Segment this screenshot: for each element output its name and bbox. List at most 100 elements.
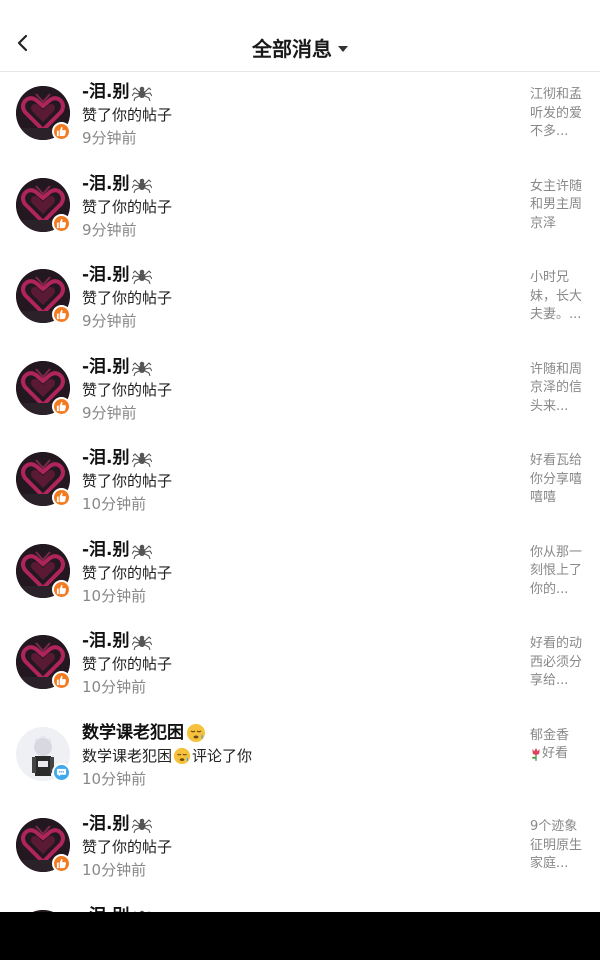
notification-text: 赞了你的帖子 <box>82 470 502 492</box>
post-preview[interactable]: 好看的动西必须分享给... <box>530 635 586 691</box>
message-texts: -泪.别 <box>82 904 502 913</box>
notification-text: 数学课老犯困 评论了你 <box>82 745 502 767</box>
sender-name[interactable]: -泪.别 <box>82 629 502 653</box>
notification-actor: 数学课老犯困 <box>82 746 173 765</box>
notification-action: 赞了你的帖子 <box>82 197 173 216</box>
notification-text: 赞了你的帖子 <box>82 379 502 401</box>
post-preview[interactable]: 你从那一刻恨上了你的... <box>530 544 586 600</box>
message-row[interactable]: -泪.别赞了你的帖子 9分钟前 女主许随和男主周京泽 <box>0 164 600 256</box>
post-preview[interactable]: 江彻和孟听发的爱不多... <box>530 86 586 142</box>
notification-action: 赞了你的帖子 <box>82 106 173 124</box>
avatar[interactable] <box>16 635 70 689</box>
notification-text: 赞了你的帖子 <box>82 562 502 584</box>
like-badge-icon <box>52 213 71 233</box>
avatar[interactable] <box>16 86 70 140</box>
timestamp: 9分钟前 <box>82 403 137 422</box>
notification-action: 评论了你 <box>192 746 253 765</box>
post-preview[interactable]: 许随和周京泽的信头来... <box>530 361 586 417</box>
like-badge-icon <box>52 122 71 141</box>
preview-line: 好看 <box>530 745 586 764</box>
message-texts: -泪.别赞了你的帖子 10分钟前 <box>82 812 502 882</box>
post-preview[interactable]: 女主许随和男主周京泽 <box>530 178 586 234</box>
avatar[interactable] <box>16 452 70 506</box>
message-texts: -泪.别 赞了你的帖子 10分钟前 <box>82 446 502 516</box>
avatar[interactable] <box>16 361 70 415</box>
message-texts: 数学课老犯困 数学课老犯困 评论了你 10分钟前 <box>82 721 502 791</box>
sender-name[interactable]: -泪.别 <box>82 812 502 836</box>
timestamp: 9分钟前 <box>82 129 137 147</box>
sender-name[interactable]: -泪.别 <box>82 355 502 379</box>
message-texts: -泪.别赞了你的帖子 9分钟前 <box>82 80 502 150</box>
spider-icon <box>132 540 152 560</box>
preview-line: 郁金香 <box>530 727 570 743</box>
sender-name-text: -泪.别 <box>82 904 130 913</box>
chevron-down-icon <box>338 45 348 52</box>
message-row[interactable]: -泪.别 <box>0 896 600 913</box>
avatar[interactable] <box>16 544 70 598</box>
sender-name-text: -泪.别 <box>82 448 130 468</box>
notification-text: 赞了你的帖子 <box>82 653 502 675</box>
message-row[interactable]: -泪.别 赞了你的帖子 9分钟前 许随和周京泽的信头来... <box>0 347 600 439</box>
timestamp: 10分钟前 <box>82 861 147 879</box>
message-row[interactable]: -泪.别赞了你的帖子 10分钟前 9个迹象征明原生家庭... <box>0 804 600 896</box>
post-preview[interactable]: 小时兄妹，长大夫妻。... <box>530 269 586 325</box>
message-filter-dropdown[interactable]: 全部消息 <box>0 33 600 62</box>
avatar[interactable] <box>16 727 71 782</box>
notification-action: 赞了你的帖子 <box>82 563 173 582</box>
message-row[interactable]: 数学课老犯困 数学课老犯困 评论了你 10分钟前 郁金香 好看 <box>0 713 600 805</box>
avatar[interactable] <box>16 178 70 232</box>
notification-action: 赞了你的帖子 <box>82 380 173 399</box>
sender-name[interactable]: -泪.别 <box>82 263 502 287</box>
page-title: 全部消息 <box>252 37 332 61</box>
timestamp: 10分钟前 <box>82 678 147 696</box>
post-preview[interactable]: 郁金香好看 <box>530 727 586 764</box>
sender-name[interactable]: -泪.别 <box>82 80 502 104</box>
spider-icon <box>132 448 152 468</box>
avatar[interactable] <box>16 269 70 323</box>
like-badge-icon <box>52 396 71 416</box>
preview-line-text: 好看 <box>542 746 569 761</box>
notification-action: 赞了你的帖子 <box>82 289 173 307</box>
avatar[interactable] <box>16 818 70 872</box>
spider-icon <box>132 82 152 102</box>
sender-name[interactable]: -泪.别 <box>82 446 502 470</box>
message-row[interactable]: -泪.别 赞了你的帖子 9分钟前 小时兄妹，长大夫妻。... <box>0 255 600 347</box>
sender-name[interactable]: -泪.别 <box>82 904 502 913</box>
comment-badge-icon <box>52 762 71 782</box>
like-badge-icon <box>52 671 71 690</box>
sender-name-text: -泪.别 <box>82 631 130 651</box>
like-badge-icon <box>52 488 71 507</box>
sleepy-face-icon <box>186 723 206 743</box>
notification-action: 赞了你的帖子 <box>82 655 173 673</box>
notification-text: 赞了你的帖子 <box>82 836 502 858</box>
top-nav-bar: 全部消息 <box>0 0 600 72</box>
notification-action: 赞了你的帖子 <box>82 472 173 490</box>
notification-text: 赞了你的帖子 <box>82 104 502 126</box>
like-badge-icon <box>52 579 71 599</box>
like-badge-icon <box>52 854 71 873</box>
sender-name-text: -泪.别 <box>82 539 130 560</box>
sender-name[interactable]: -泪.别 <box>82 538 502 562</box>
message-row[interactable]: -泪.别赞了你的帖子 10分钟前 你从那一刻恨上了你的... <box>0 530 600 622</box>
message-row[interactable]: -泪.别 赞了你的帖子 10分钟前 好看瓦给你分享嘻嘻嘻 <box>0 438 600 530</box>
message-texts: -泪.别 赞了你的帖子 9分钟前 <box>82 263 502 333</box>
sender-name[interactable]: -泪.别 <box>82 172 502 196</box>
timestamp: 10分钟前 <box>82 586 147 605</box>
tulip-icon <box>530 746 542 762</box>
sender-name-text: -泪.别 <box>82 173 130 194</box>
post-preview[interactable]: 好看瓦给你分享嘻嘻嘻 <box>530 452 586 508</box>
message-texts: -泪.别赞了你的帖子 10分钟前 <box>82 629 502 699</box>
timestamp: 9分钟前 <box>82 220 137 239</box>
sender-name-text: -泪.别 <box>82 82 130 102</box>
message-row[interactable]: -泪.别赞了你的帖子 9分钟前 江彻和孟听发的爱不多... <box>0 72 600 164</box>
post-preview[interactable]: 9个迹象征明原生家庭... <box>530 818 586 874</box>
sender-name-text: 数学课老犯困 <box>82 722 184 743</box>
message-texts: -泪.别 赞了你的帖子 9分钟前 <box>82 355 502 425</box>
message-row[interactable]: -泪.别赞了你的帖子 10分钟前 好看的动西必须分享给... <box>0 621 600 713</box>
notification-action: 赞了你的帖子 <box>82 838 173 856</box>
sender-name[interactable]: 数学课老犯困 <box>82 721 502 745</box>
sender-name-text: -泪.别 <box>82 265 130 285</box>
sender-name-text: -泪.别 <box>82 814 130 834</box>
notification-text: 赞了你的帖子 <box>82 196 502 218</box>
message-texts: -泪.别赞了你的帖子 10分钟前 <box>82 538 502 608</box>
